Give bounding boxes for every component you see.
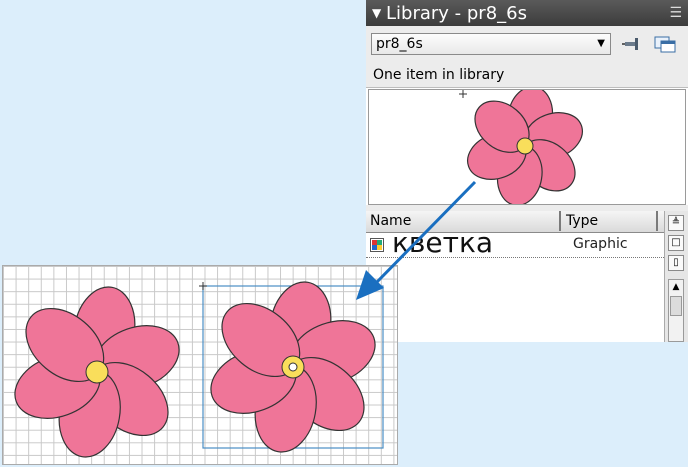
- dropdown-arrow-icon[interactable]: ▼: [597, 34, 605, 54]
- column-separator[interactable]: [559, 211, 561, 231]
- library-panel: ▼ Library - pr8_6s ☰ pr8_6s ▼ One item in…: [366, 0, 688, 342]
- panel-menu-icon[interactable]: ☰: [669, 0, 682, 26]
- stage-canvas[interactable]: [2, 265, 398, 465]
- scrollbar[interactable]: ▲: [668, 279, 684, 342]
- column-type[interactable]: Type: [566, 211, 598, 232]
- library-title: Library - pr8_6s: [386, 3, 527, 24]
- item-name: кветка: [392, 226, 494, 259]
- scroll-thumb[interactable]: [670, 296, 682, 316]
- column-separator[interactable]: [656, 211, 658, 231]
- symbol-preview: [368, 86, 686, 206]
- preview-flower: [459, 86, 583, 206]
- registration-point: [288, 362, 298, 372]
- library-toolbar: pr8_6s ▼: [366, 26, 688, 63]
- library-select[interactable]: pr8_6s ▼: [371, 33, 611, 55]
- narrow-view-icon[interactable]: ▯: [668, 255, 684, 271]
- library-side-controls: ≜ □ ▯ ▲: [664, 211, 688, 342]
- stage-drawing: [6, 277, 384, 462]
- flower-shape[interactable]: [6, 282, 188, 462]
- graphic-symbol-icon: [370, 238, 384, 252]
- library-title-bar[interactable]: ▼ Library - pr8_6s ☰: [366, 0, 688, 26]
- library-select-value: pr8_6s: [376, 36, 423, 52]
- scroll-up-icon[interactable]: ▲: [669, 280, 683, 294]
- item-type: Graphic: [573, 236, 628, 252]
- pin-icon[interactable]: [622, 34, 642, 54]
- library-item-count: One item in library: [366, 62, 688, 88]
- collapse-triangle-icon[interactable]: ▼: [372, 0, 386, 26]
- flower-symbol-instance[interactable]: [202, 277, 384, 457]
- new-library-panel-icon[interactable]: [654, 34, 676, 54]
- wide-view-icon[interactable]: □: [668, 235, 684, 251]
- sort-icon[interactable]: ≜: [668, 215, 684, 231]
- library-item-row[interactable]: кветка Graphic: [366, 227, 664, 259]
- preview-flower-shape: [467, 86, 583, 206]
